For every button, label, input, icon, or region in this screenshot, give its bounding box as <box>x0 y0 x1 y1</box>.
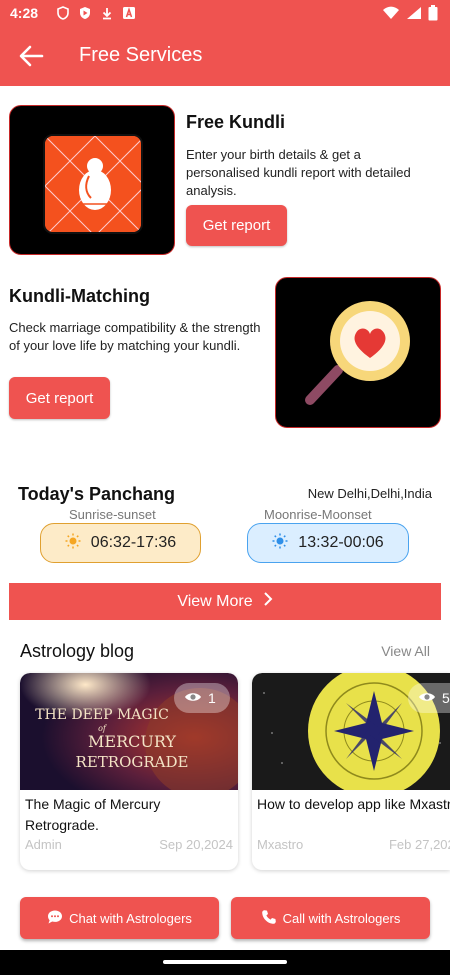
blog-title: The Magic of Mercury Retrograde. <box>25 796 161 833</box>
status-system-icons <box>382 5 438 24</box>
blog-title: How to develop app like Mxastro <box>257 796 450 812</box>
call-button-label: Call with Astrologers <box>282 910 401 926</box>
panchang-card: Today's Panchang New Delhi,Delhi,India S… <box>9 478 441 620</box>
play-shield-icon <box>78 6 92 20</box>
chat-with-astrologers-button[interactable]: Chat with Astrologers <box>20 897 219 939</box>
blog-date: Sep 20,2024 <box>159 837 233 852</box>
free-kundli-description: Enter your birth details & get a persona… <box>186 147 411 198</box>
status-bar: 4:28 <box>0 0 450 28</box>
app-header: 4:28 Free Services <box>0 0 450 86</box>
thumb-text-line-3: MERCURY <box>88 732 176 751</box>
blog-card[interactable]: THE DEEP MAGIC of MERCURY RETROGRADE 1 T… <box>20 673 238 870</box>
eye-icon <box>418 690 436 706</box>
kundli-chart-icon <box>43 134 143 234</box>
chevron-right-icon <box>263 592 273 611</box>
back-arrow-icon[interactable] <box>18 44 46 68</box>
view-more-button[interactable]: View More <box>9 583 441 620</box>
phone-icon <box>261 909 277 928</box>
free-kundli-image[interactable] <box>9 105 175 255</box>
sunrise-label: Sunrise-sunset <box>69 507 156 522</box>
moonrise-label: Moonrise-Moonset <box>264 507 372 522</box>
shield-icon <box>56 6 70 20</box>
blog-author: Admin <box>25 837 62 852</box>
status-notification-icons <box>56 6 136 20</box>
moon-sun-icon <box>272 533 288 554</box>
chat-button-label: Chat with Astrologers <box>69 910 192 926</box>
signal-icon <box>406 6 422 23</box>
kundli-matching-title: Kundli-Matching <box>9 286 150 306</box>
panchang-title: Today's Panchang <box>18 484 175 504</box>
app-a-icon <box>122 6 136 20</box>
page-title: Free Services <box>79 44 203 66</box>
panchang-location: New Delhi,Delhi,India <box>307 486 432 501</box>
free-kundli-get-report-button[interactable]: Get report <box>186 205 287 246</box>
kundli-matching-image[interactable] <box>275 277 441 428</box>
blog-thumbnail: THE DEEP MAGIC of MERCURY RETROGRADE 1 <box>20 673 238 790</box>
eye-icon <box>184 690 202 706</box>
views-count: 1 <box>208 690 216 706</box>
moonrise-time-value: 13:32-00:06 <box>298 534 384 551</box>
kundli-matching-description: Check marriage compatibility & the stren… <box>9 320 261 353</box>
status-time: 4:28 <box>10 5 39 21</box>
download-icon <box>100 6 114 20</box>
blog-author: Mxastro <box>257 837 304 852</box>
view-more-label: View More <box>177 592 253 610</box>
chat-bubble-icon <box>47 909 63 928</box>
views-count: 5 <box>442 690 450 706</box>
sun-icon <box>65 533 81 554</box>
kundli-matching-get-report-button[interactable]: Get report <box>9 377 110 419</box>
home-gesture-handle[interactable] <box>163 960 287 964</box>
system-navigation-bar <box>0 950 450 975</box>
sunrise-time-pill: 06:32-17:36 <box>40 523 201 563</box>
blog-card[interactable]: 5 How to develop app like Mxastro Mxastr… <box>252 673 450 870</box>
free-kundli-title: Free Kundli <box>186 112 286 132</box>
blog-view-all-link[interactable]: View All <box>381 643 430 659</box>
blog-heading: Astrology blog <box>20 641 135 661</box>
views-badge: 1 <box>174 683 230 713</box>
wifi-icon <box>382 6 400 23</box>
thumb-text-line-4: RETROGRADE <box>76 753 189 771</box>
battery-icon <box>428 5 438 24</box>
views-badge: 5 <box>408 683 450 713</box>
moonrise-time-pill: 13:32-00:06 <box>247 523 409 563</box>
call-with-astrologers-button[interactable]: Call with Astrologers <box>231 897 430 939</box>
thumb-text-line-1: THE DEEP MAGIC <box>35 707 169 723</box>
heart-magnifier-icon <box>305 301 410 405</box>
sunrise-time-value: 06:32-17:36 <box>90 534 177 551</box>
blog-date: Feb 27,2025 <box>388 837 450 852</box>
blog-thumbnail: 5 <box>252 673 450 790</box>
